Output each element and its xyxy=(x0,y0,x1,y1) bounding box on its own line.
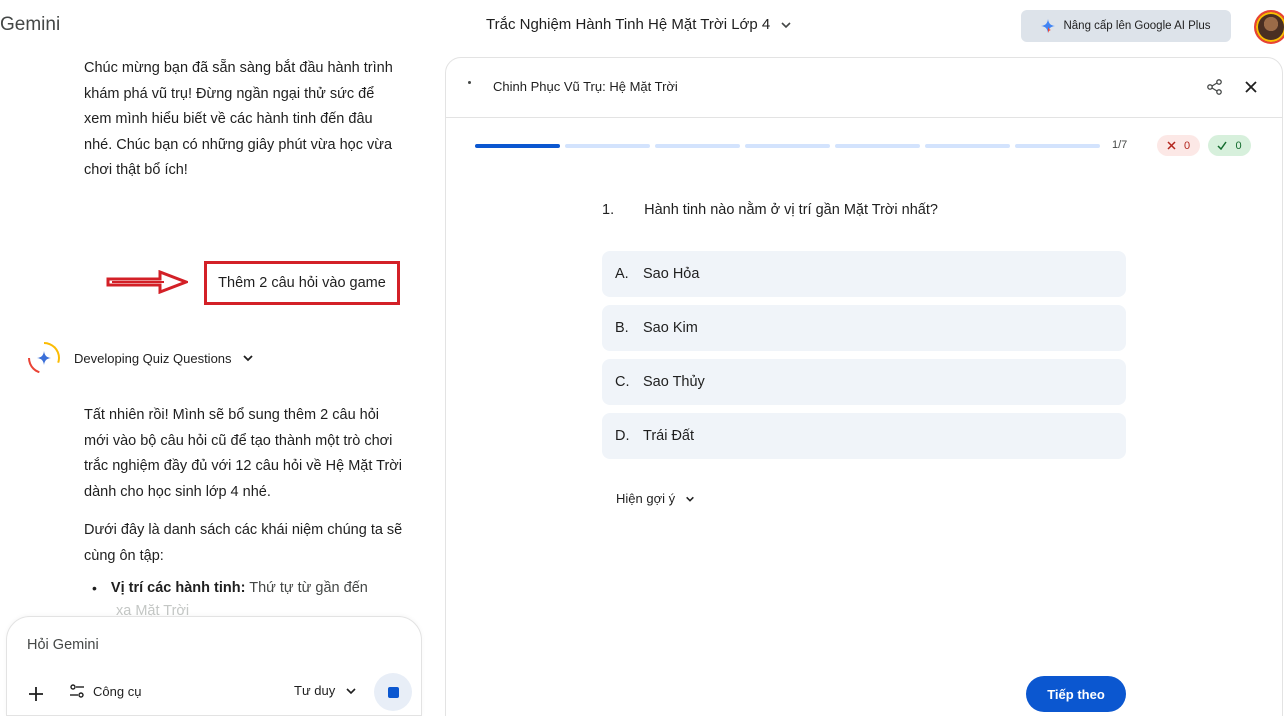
add-button[interactable] xyxy=(25,683,47,705)
share-icon[interactable] xyxy=(1206,78,1224,96)
chevron-down-icon xyxy=(346,687,356,694)
option-text: Trái Đất xyxy=(643,428,695,444)
check-icon xyxy=(1217,141,1228,150)
progress-label: 1/7 xyxy=(1112,139,1128,151)
sparkle-icon xyxy=(1041,19,1056,33)
avatar[interactable] xyxy=(1254,10,1284,44)
progress-segment xyxy=(655,144,740,148)
progress-segment xyxy=(925,144,1010,148)
gemini-brand[interactable]: Gemini xyxy=(0,14,60,36)
prompt-composer: Công cụ Tư duy xyxy=(6,616,422,716)
progress-segment xyxy=(745,144,830,148)
quiz-header: Chinh Phục Vũ Trụ: Hệ Mặt Trời xyxy=(446,58,1282,118)
option-letter: B. xyxy=(615,320,629,336)
next-button[interactable]: Tiếp theo xyxy=(1026,676,1126,712)
tools-sliders-icon xyxy=(70,684,84,698)
model-message-1: Chúc mừng bạn đã sẵn sàng bắt đầu hành t… xyxy=(84,60,393,178)
chevron-down-icon xyxy=(686,496,694,502)
question: 1. Hành tinh nào nằm ở vị trí gần Mặt Tr… xyxy=(602,202,938,218)
chevron-down-icon xyxy=(242,355,253,362)
stop-button[interactable] xyxy=(374,673,412,711)
thinking-toggle[interactable]: Developing Quiz Questions xyxy=(28,342,254,374)
stop-icon xyxy=(387,686,399,698)
bullet-rest: Thứ tự từ gần đến xyxy=(245,580,368,596)
hint-label: Hiện gợi ý xyxy=(616,491,676,506)
model-message-3: Dưới đây là danh sách các khái niệm chún… xyxy=(84,522,403,564)
option-d[interactable]: D. Trái Đất xyxy=(602,413,1126,459)
option-text: Sao Kim xyxy=(643,320,698,336)
wrong-count-badge: 0 xyxy=(1157,135,1200,156)
tools-button[interactable]: Công cụ xyxy=(69,683,141,699)
option-a[interactable]: A. Sao Hỏa xyxy=(602,251,1126,297)
option-c[interactable]: C. Sao Thủy xyxy=(602,359,1126,405)
thinking-label: Developing Quiz Questions xyxy=(74,350,232,366)
close-icon[interactable] xyxy=(1243,79,1259,95)
option-text: Sao Thủy xyxy=(643,374,705,390)
progress-segment xyxy=(1015,144,1100,148)
mode-label: Tư duy xyxy=(294,683,336,698)
question-number: 1. xyxy=(602,202,615,218)
bullet-bold: Vị trí các hành tinh: xyxy=(110,580,246,596)
option-b[interactable]: B. Sao Kim xyxy=(602,305,1126,351)
quiz-panel: Chinh Phục Vũ Trụ: Hệ Mặt Trời 1/7 0 0 1… xyxy=(445,57,1283,716)
option-text: Sao Hỏa xyxy=(643,266,700,282)
right-count: 0 xyxy=(1235,139,1242,152)
answer-options: A. Sao Hỏa B. Sao Kim C. Sao Thủy D. Trá… xyxy=(602,251,1126,467)
bullet-text: Vị trí các hành tinh: Thứ tự từ gần đến xyxy=(111,576,368,602)
plus-icon xyxy=(29,687,43,701)
model-message-2: Tất nhiên rồi! Mình sẽ bổ sung thêm 2 câ… xyxy=(84,407,403,500)
option-letter: C. xyxy=(615,374,630,390)
annotation-arrow-icon xyxy=(106,270,188,294)
option-letter: D. xyxy=(615,428,630,444)
question-text: Hành tinh nào nằm ở vị trí gần Mặt Trời … xyxy=(644,202,938,218)
list-item: • Vị trí các hành tinh: Thứ tự từ gần đế… xyxy=(92,576,392,602)
conversation-title: Trắc Nghiệm Hành Tinh Hệ Mặt Trời Lớp 4 xyxy=(486,16,771,33)
chevron-down-icon xyxy=(781,21,791,28)
bullet-dot: • xyxy=(92,580,97,596)
conversation-title-dropdown[interactable]: Trắc Nghiệm Hành Tinh Hệ Mặt Trời Lớp 4 xyxy=(486,16,792,33)
progress-segment xyxy=(475,144,560,148)
progress-segment xyxy=(835,144,920,148)
option-letter: A. xyxy=(615,266,629,282)
panel-dot-icon xyxy=(468,81,471,84)
quiz-title: Chinh Phục Vũ Trụ: Hệ Mặt Trời xyxy=(493,79,678,94)
user-prompt-bubble: Thêm 2 câu hỏi vào game xyxy=(204,261,400,305)
show-hint-toggle[interactable]: Hiện gợi ý xyxy=(616,491,695,506)
progress-segment xyxy=(565,144,650,148)
gemini-spark-icon xyxy=(28,342,60,374)
wrong-count: 0 xyxy=(1183,139,1191,152)
prompt-input[interactable] xyxy=(27,637,387,653)
quiz-progress-bar xyxy=(475,144,1100,148)
cross-icon xyxy=(1167,141,1176,150)
user-prompt-text: Thêm 2 câu hỏi vào game xyxy=(218,275,386,291)
upgrade-label: Nâng cấp lên Google AI Plus xyxy=(1063,20,1211,32)
right-count-badge: 0 xyxy=(1208,135,1251,156)
tools-label: Công cụ xyxy=(93,683,142,699)
upgrade-button[interactable]: Nâng cấp lên Google AI Plus xyxy=(1021,10,1231,42)
mode-selector[interactable]: Tư duy xyxy=(294,683,357,698)
